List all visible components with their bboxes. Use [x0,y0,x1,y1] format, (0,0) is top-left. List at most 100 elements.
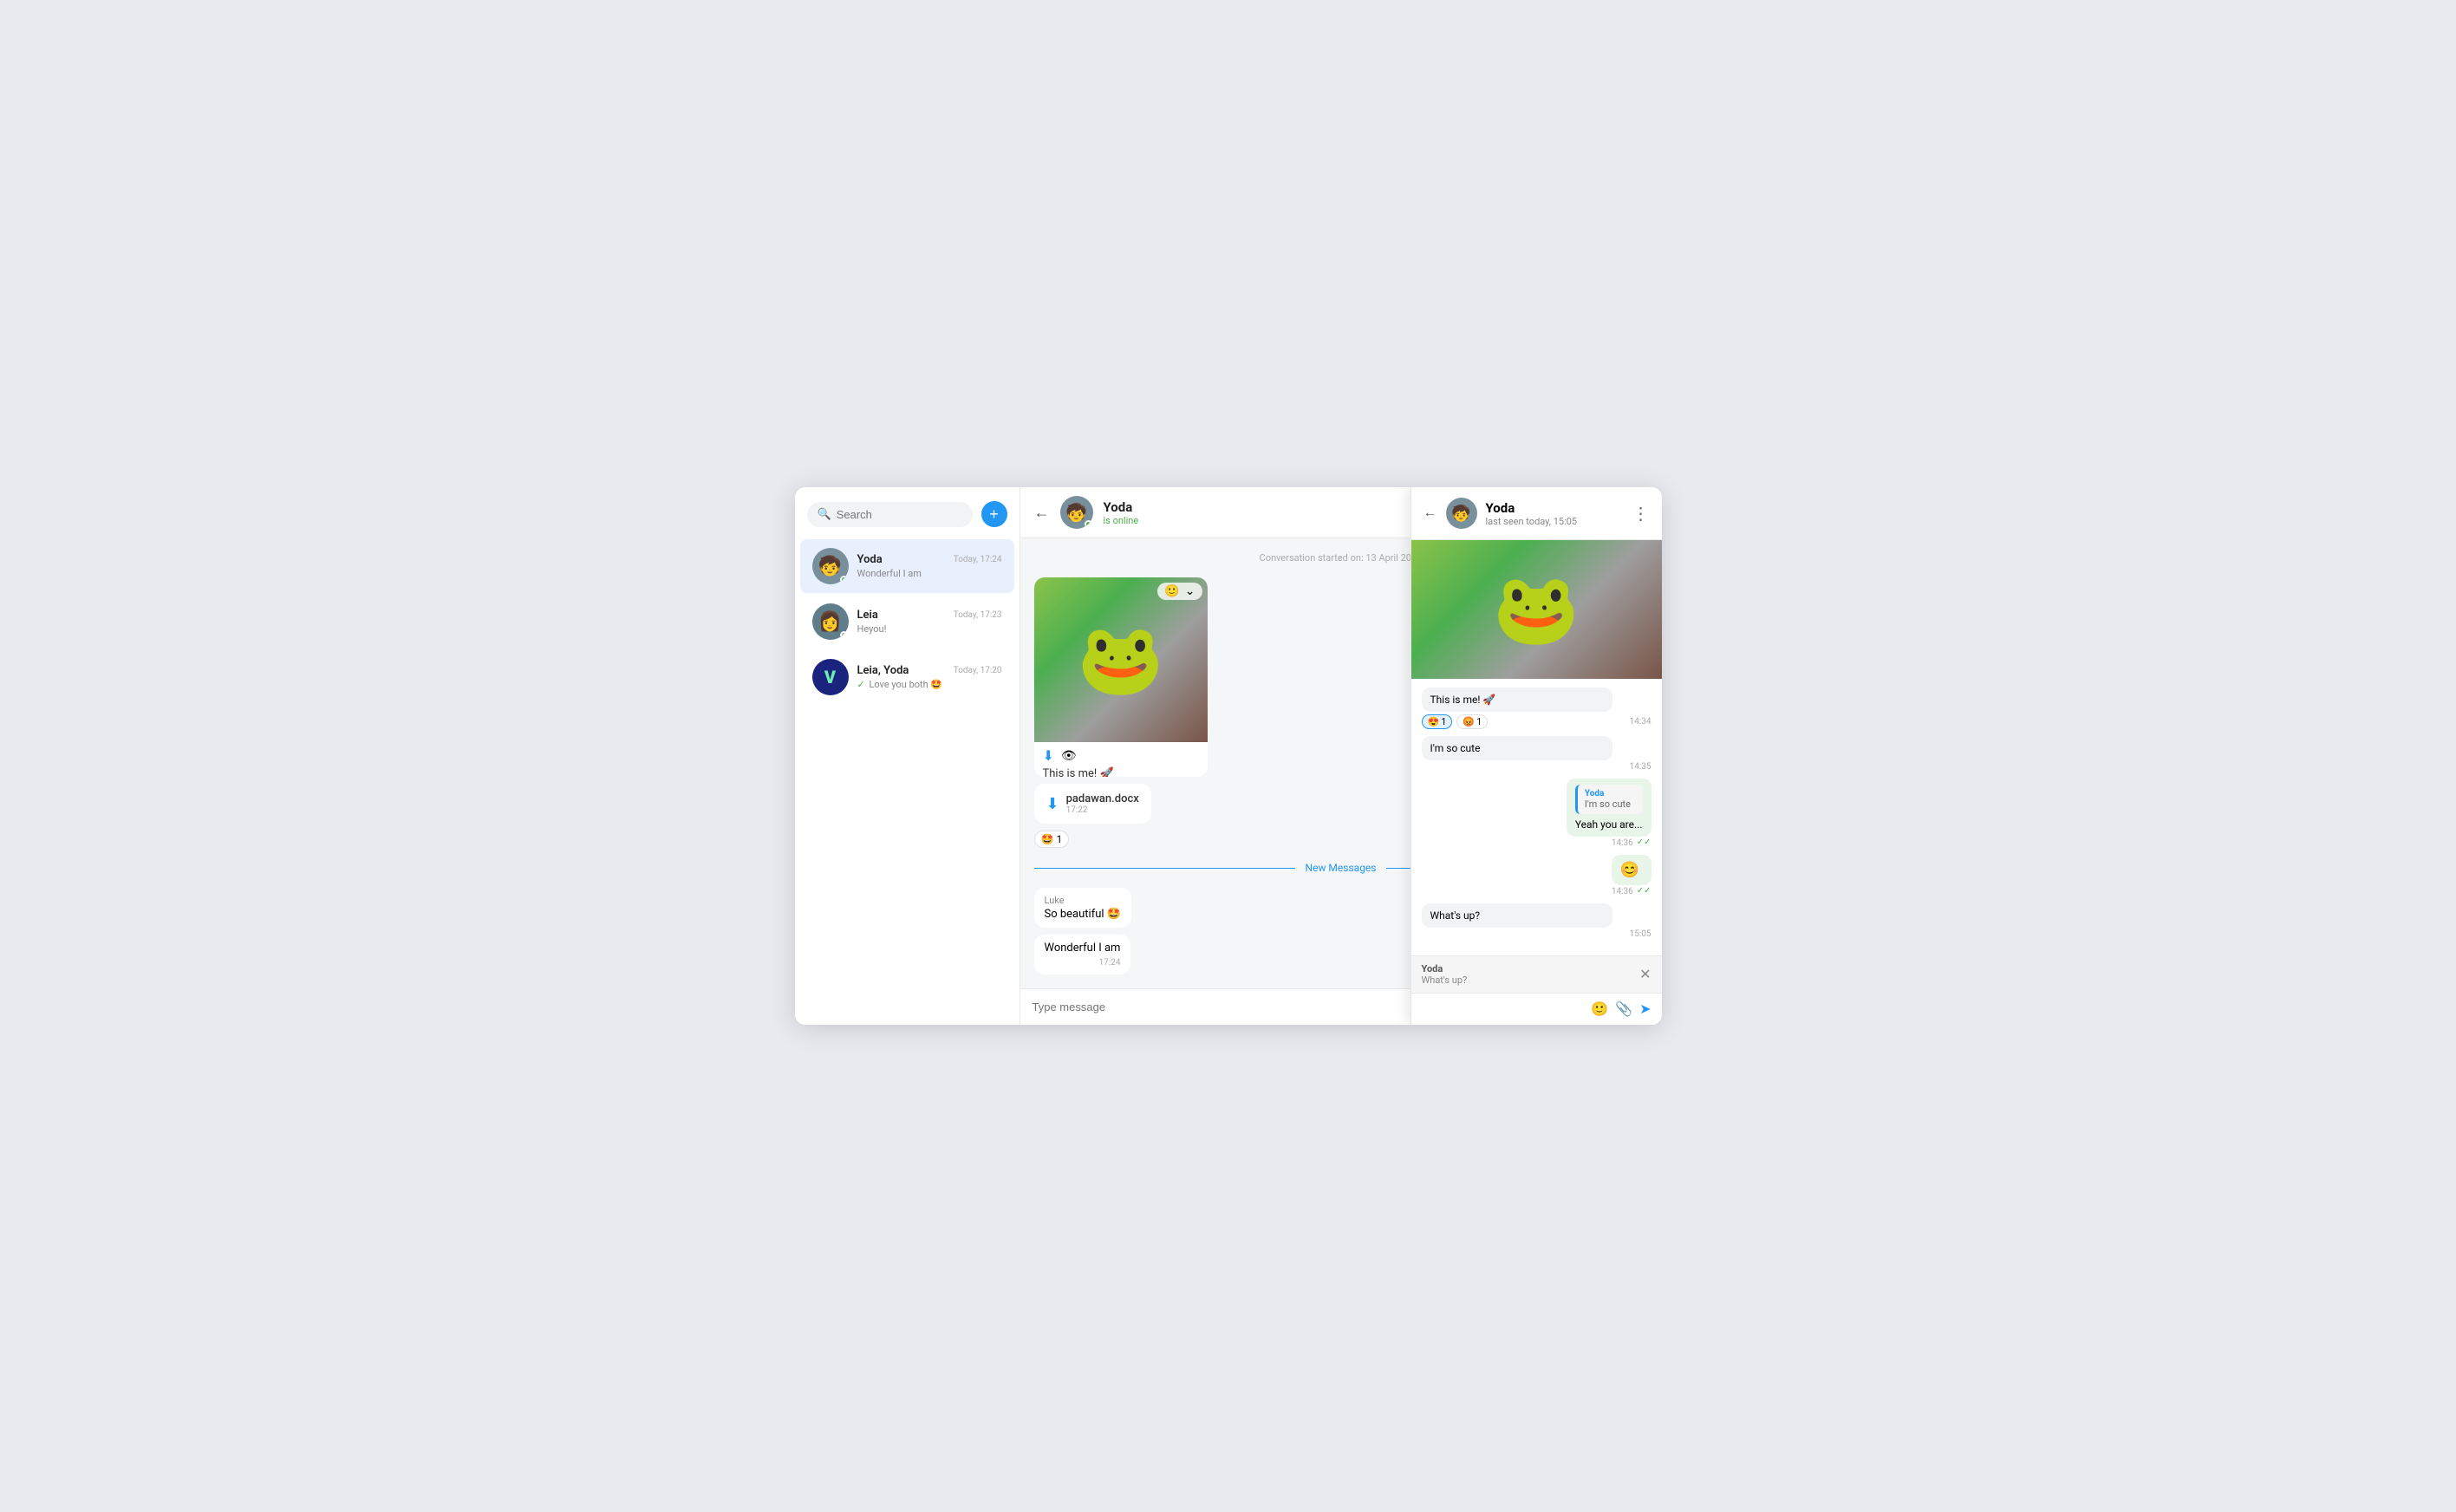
divider-label: New Messages [1306,862,1377,874]
panel-react-love[interactable]: 😍1 [1422,714,1453,729]
reply-bar-content: Yoda What's up? [1422,963,1468,986]
chat-preview-leia: Heyou! [857,623,1002,635]
panel-bubble-4: 😊 [1612,855,1651,885]
wonderful-time: 17:24 [1045,958,1121,968]
view-icon[interactable]: 👁 [1061,749,1077,763]
panel-time-3: 14:36 [1612,838,1633,848]
header-status-dot [1085,520,1092,528]
panel-time-2: 14:35 [1422,762,1651,772]
panel-attach-button[interactable]: 📎 [1615,1000,1632,1018]
chat-list: 🧒 Yoda Today, 17:24 Wonderful I am 👩 [795,538,1020,1025]
file-icon: ⬇ [1046,795,1059,813]
panel-time-row-4: 14:36 ✓✓ [1612,885,1651,896]
dropdown-hover-icon[interactable]: ⌄ [1185,584,1195,598]
image-placeholder: 🐸 🙂 ⌄ [1034,577,1208,742]
side-panel-status: last seen today, 15:05 [1486,516,1578,527]
sidebar: 🔍 + 🧒 Yoda Today, 17:24 Wonderful I am [795,487,1020,1025]
chat-item-leia[interactable]: 👩 Leia Today, 17:23 Heyou! [800,595,1014,648]
chat-info-yoda: Yoda Today, 17:24 Wonderful I am [857,553,1002,579]
close-reply-button[interactable]: ✕ [1639,966,1651,983]
reply-bar: Yoda What's up? ✕ [1411,955,1662,993]
app-container: 🔍 + 🧒 Yoda Today, 17:24 Wonderful I am [795,487,1662,1025]
panel-text-3: Yeah you are... [1575,818,1643,831]
image-message: 🐸 🙂 ⌄ ⬇ 👁 This is me! 🚀 17:22 [1034,577,1208,777]
avatar-group: V [812,659,849,695]
panel-bubble-5: What's up? [1422,903,1612,928]
search-icon: 🔍 [818,508,831,521]
check-icon-group: ✓ [857,679,865,690]
side-panel-back-button[interactable]: ← [1423,505,1437,521]
luke-text: So beautiful 🤩 [1045,908,1121,921]
chat-item-yoda[interactable]: 🧒 Yoda Today, 17:24 Wonderful I am [800,539,1014,593]
reaction-badge-file[interactable]: 🤩1 [1034,831,1070,848]
add-chat-button[interactable]: + [981,501,1007,527]
status-dot-leia [840,631,848,639]
wonderful-text: Wonderful I am [1045,942,1121,955]
panel-time-5: 15:05 [1422,929,1651,939]
chat-info-group: Leia, Yoda Today, 17:20 ✓ Love you both … [857,664,1002,690]
panel-bubble-2: I'm so cute [1422,736,1612,760]
panel-msg-2: I'm so cute 14:35 [1422,736,1651,772]
avatar-leia: 👩 [812,603,849,640]
wonderful-message: Wonderful I am 17:24 [1034,935,1131,974]
file-name: padawan.docx [1066,792,1139,805]
reply-quote: Yoda I'm so cute [1575,785,1643,814]
panel-bubble-1: This is me! 🚀 [1422,688,1612,712]
chat-preview-group: ✓ Love you both 🤩 [857,679,1002,690]
panel-send-button[interactable]: ➤ [1639,1000,1651,1018]
chat-time-group: Today, 17:20 [954,666,1002,675]
panel-emoji-button[interactable]: 🙂 [1591,1000,1608,1018]
image-caption: This is me! 🚀 [1043,767,1199,777]
chat-time-leia: Today, 17:23 [954,610,1002,620]
panel-message-input[interactable] [1422,1003,1585,1015]
panel-reactions-1: 😍1 😡1 [1422,714,1489,729]
chat-info-leia: Leia Today, 17:23 Heyou! [857,609,1002,635]
reply-quote-sender: Yoda [1585,789,1636,798]
reply-bar-text: What's up? [1422,974,1468,986]
file-time: 17:22 [1066,805,1139,815]
panel-msg-4-wrapper: 😊 14:36 ✓✓ [1612,855,1651,896]
search-box[interactable]: 🔍 [807,502,973,527]
chat-preview-yoda: Wonderful I am [857,568,1002,579]
file-message-wrapper: ⬇ padawan.docx 17:22 🤩1 [1034,784,1151,848]
reply-bar-sender: Yoda [1422,963,1468,974]
panel-text-5: What's up? [1430,909,1481,922]
panel-time-1: 14:34 [1630,717,1651,727]
double-check-3: ✓✓ [1637,837,1651,847]
divider-line-left [1034,868,1295,869]
panel-time-row-3: 14:36 ✓✓ [1567,837,1651,848]
panel-text-2: I'm so cute [1430,742,1481,754]
side-panel-avatar: 🧒 [1446,498,1477,529]
panel-msg-3-wrapper: Yoda I'm so cute Yeah you are... 14:36 ✓… [1567,779,1651,848]
chat-name-yoda: Yoda [857,553,883,566]
chat-name-group: Leia, Yoda [857,664,909,677]
back-button[interactable]: ← [1034,504,1050,522]
panel-react-angry[interactable]: 😡1 [1456,714,1488,729]
chat-name-leia: Leia [857,609,878,622]
status-dot-yoda [840,576,848,583]
avatar-yoda: 🧒 [812,548,849,584]
search-input[interactable] [837,508,962,521]
header-avatar: 🧒 [1060,496,1093,529]
panel-yoda-image: 🐸 [1493,569,1580,650]
panel-text-4: 😊 [1620,861,1639,879]
double-check-4: ✓✓ [1637,886,1651,896]
luke-sender: Luke [1045,895,1121,906]
chat-item-leia-yoda[interactable]: V Leia, Yoda Today, 17:20 ✓ Love you bot… [800,650,1014,704]
more-options-button[interactable]: ⋮ [1632,503,1650,525]
emoji-hover-icon[interactable]: 🙂 [1164,584,1179,598]
panel-bubble-3: Yoda I'm so cute Yeah you are... [1567,779,1651,837]
side-panel-name: Yoda [1486,500,1578,516]
panel-msg-1: This is me! 🚀 😍1 😡1 14:34 [1422,688,1651,729]
side-panel-info: Yoda last seen today, 15:05 [1486,500,1578,527]
luke-message-group: Luke So beautiful 🤩 [1034,888,1131,928]
panel-text-1: This is me! 🚀 [1430,694,1496,706]
yoda-image: 🐸 [1078,619,1164,701]
panel-time-4: 14:36 [1612,887,1633,896]
sidebar-header: 🔍 + [795,487,1020,538]
side-panel-header: ← 🧒 Yoda last seen today, 15:05 ⋮ [1411,487,1662,540]
download-icon[interactable]: ⬇ [1043,747,1054,764]
panel-msg-5: What's up? 15:05 [1422,903,1651,939]
side-panel: ← 🧒 Yoda last seen today, 15:05 ⋮ 🐸 This… [1410,487,1662,1025]
file-message: ⬇ padawan.docx 17:22 [1034,784,1151,824]
